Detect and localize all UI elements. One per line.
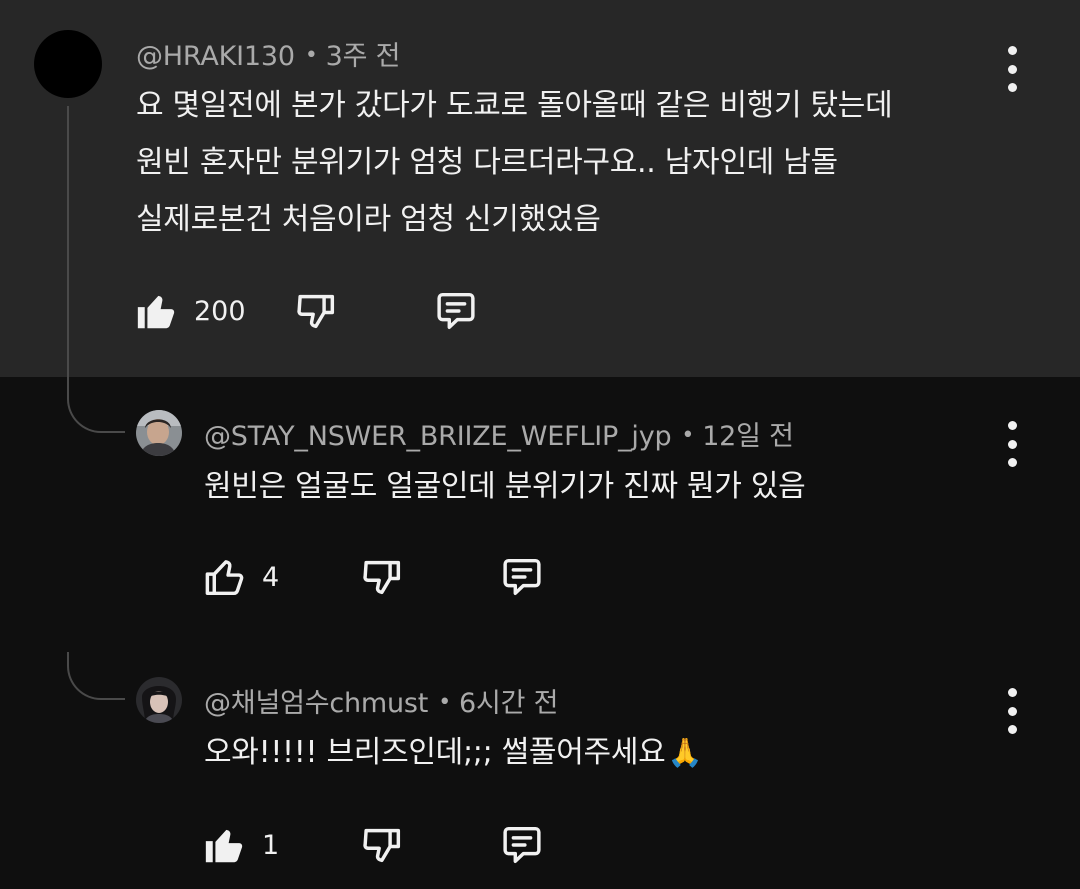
comment-line: 실제로본건 처음이라 엄청 신기했었음 — [136, 202, 601, 237]
dislike-button[interactable] — [360, 822, 406, 868]
reply-thread-curve — [67, 385, 125, 433]
like-count: 1 — [262, 829, 280, 861]
more-vertical-icon[interactable] — [997, 421, 1027, 467]
comment-header: @채널엄수chmust • 6시간 전 — [204, 681, 558, 720]
comment-header: @HRAKI130 • 3주 전 — [136, 34, 400, 73]
thumbs-up-filled-icon — [137, 295, 175, 329]
separator-dot: • — [304, 43, 318, 68]
thumbs-up-filled-icon — [205, 829, 243, 863]
separator-dot: • — [681, 423, 695, 448]
thumbs-down-outline-icon — [363, 828, 401, 863]
comment-line: 요 몇일전에 본가 갔다가 도쿄로 돌아올때 같은 비행기 탔는데 — [136, 88, 893, 123]
reply-button[interactable] — [432, 288, 480, 334]
comment-line: 원빈 혼자만 분위기가 엄청 다르더라구요.. 남자인데 남돌 — [136, 145, 838, 180]
comments-panel: @HRAKI130 • 3주 전 요 몇일전에 본가 갔다가 도쿄로 돌아올때 같은… — [0, 0, 1080, 889]
author-name[interactable]: @HRAKI130 — [136, 41, 295, 72]
reply-thread-line — [67, 106, 69, 386]
like-button[interactable]: 200 — [134, 288, 246, 334]
reply-button[interactable] — [498, 554, 546, 600]
reply-thread-curve — [67, 652, 125, 700]
dislike-button[interactable] — [360, 554, 406, 600]
profile-photo — [136, 410, 182, 456]
comment-text: 요 몇일전에 본가 갔다가 도쿄로 돌아올때 같은 비행기 탔는데 원빈 혼자만… — [136, 77, 893, 248]
timestamp[interactable]: 3주 전 — [326, 41, 401, 72]
comment-header: @STAY_NSWER_BRIIZE_WEFLIP_jyp • 12일 전 — [204, 414, 794, 453]
comment-text: 원빈은 얼굴도 얼굴인데 분위기가 진짜 뭔가 있음 — [204, 469, 806, 504]
folded-hands-emoji: 🙏 — [667, 736, 703, 769]
avatar[interactable] — [136, 410, 182, 456]
comment-text: 오와!!!!! 브리즈인데;;; 썰풀어주세요🙏 — [204, 724, 702, 781]
comment-reply-icon — [437, 292, 475, 330]
separator-dot: • — [438, 690, 451, 715]
thumbs-up-outline-icon — [205, 560, 244, 596]
more-vertical-icon[interactable] — [997, 688, 1027, 734]
avatar[interactable] — [34, 30, 102, 98]
timestamp[interactable]: 6시간 전 — [459, 688, 558, 719]
comment-body: 오와!!!!! 브리즈인데;;; 썰풀어주세요 — [204, 735, 666, 770]
dislike-button[interactable] — [294, 288, 340, 334]
like-button[interactable]: 1 — [202, 822, 279, 868]
author-name[interactable]: @채널엄수chmust — [204, 688, 428, 719]
avatar[interactable] — [136, 677, 182, 723]
like-button[interactable]: 4 — [202, 554, 279, 600]
more-vertical-icon[interactable] — [997, 46, 1027, 92]
comment-reply-icon — [503, 826, 541, 864]
comment-reply-icon — [503, 558, 541, 596]
thumbs-down-outline-icon — [363, 560, 401, 595]
profile-photo — [136, 677, 182, 723]
thumbs-down-outline-icon — [297, 294, 335, 329]
author-name[interactable]: @STAY_NSWER_BRIIZE_WEFLIP_jyp — [204, 421, 672, 452]
timestamp[interactable]: 12일 전 — [702, 421, 794, 452]
like-count: 4 — [262, 561, 280, 593]
reply-button[interactable] — [498, 822, 546, 868]
like-count: 200 — [194, 295, 246, 327]
